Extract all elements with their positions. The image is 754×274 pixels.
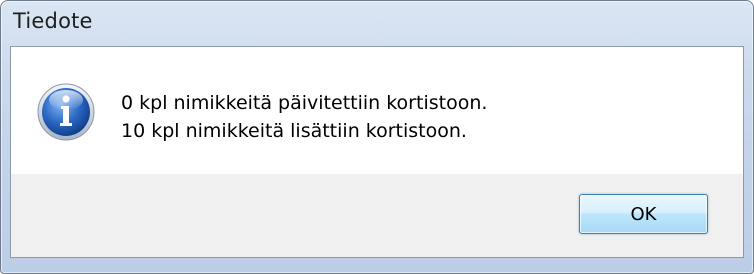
message-line-added: 10 kpl nimikkeitä lisättiin kortistoon. — [121, 120, 467, 142]
dialog-window: Tiedote 0 kpl nimikkeitä päivitettiin ko… — [0, 0, 754, 274]
info-icon — [37, 83, 95, 141]
title-bar[interactable]: Tiedote — [1, 1, 753, 47]
message-area: 0 kpl nimikkeitä päivitettiin kortistoon… — [11, 47, 743, 175]
ok-button[interactable]: OK — [579, 194, 708, 234]
dialog-client-area: 0 kpl nimikkeitä päivitettiin kortistoon… — [10, 46, 744, 258]
message-text: 0 kpl nimikkeitä päivitettiin kortistoon… — [121, 89, 487, 145]
window-title: Tiedote — [13, 9, 93, 33]
message-line-updated: 0 kpl nimikkeitä päivitettiin kortistoon… — [121, 92, 488, 114]
button-bar: OK — [11, 174, 743, 257]
